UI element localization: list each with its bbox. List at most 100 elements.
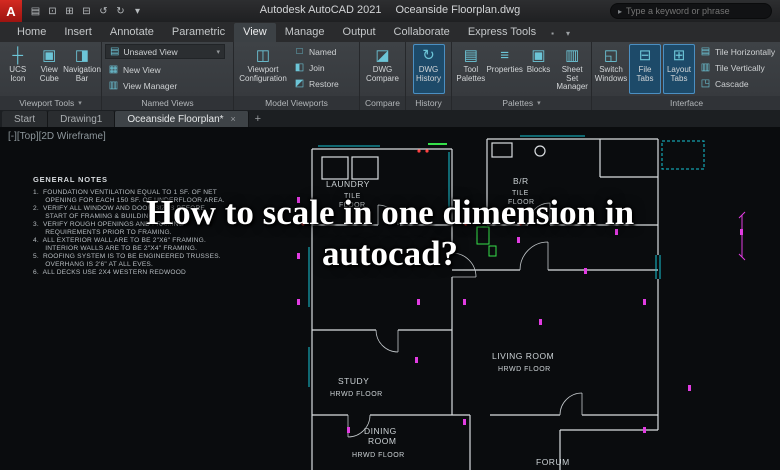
- panel-label-named-views[interactable]: Named Views: [102, 96, 233, 110]
- file-tab-oceanside-floorplan[interactable]: Oceanside Floorplan* ×: [115, 111, 249, 127]
- properties-icon: ≡: [500, 47, 510, 64]
- layout-tabs-icon: ⊞: [672, 47, 686, 64]
- restore-icon: ◩: [294, 78, 305, 89]
- open-icon[interactable]: ⊞: [62, 6, 77, 17]
- dwg-history-button[interactable]: ↻ DWG History: [412, 44, 445, 94]
- tile-horizontally-button[interactable]: ▤ Tile Horizontally: [697, 44, 778, 59]
- named-viewports-icon: □: [296, 46, 303, 57]
- ucs-icon-button[interactable]: ┼ UCS Icon: [3, 44, 33, 94]
- file-tab-start[interactable]: Start: [2, 111, 49, 127]
- button-label: Cube: [39, 73, 59, 83]
- file-tabs-button[interactable]: ⊟ File Tabs: [629, 44, 661, 94]
- note-line: 4. ALL EXTERIOR WALL ARE TO BE 2"X6" FRA…: [33, 237, 207, 244]
- layout-tabs-button[interactable]: ⊞ Layout Tabs: [663, 44, 695, 94]
- room-sublabel: FLOOR: [339, 202, 366, 209]
- file-tab-bar: Start Drawing1 Oceanside Floorplan* × +: [0, 110, 780, 127]
- new-tab-button[interactable]: +: [249, 111, 267, 127]
- switch-windows-button[interactable]: ◱ Switch Windows: [595, 44, 627, 94]
- button-label: Blocks: [526, 65, 551, 74]
- blocks-button[interactable]: ▣ Blocks: [523, 44, 555, 94]
- navigation-bar-icon: ◨: [74, 47, 90, 64]
- viewport-controls[interactable]: [-][Top][2D Wireframe]: [8, 131, 106, 142]
- panel-palettes: ▤ Tool Palettes ≡ Properties ▣ Blocks ▥ …: [452, 42, 592, 110]
- ribbon-minimize-icon[interactable]: ▾: [560, 25, 576, 42]
- cascade-button[interactable]: ◳ Cascade: [697, 76, 778, 91]
- room-label-living-room: LIVING ROOM: [492, 351, 554, 361]
- close-icon[interactable]: ×: [231, 114, 236, 124]
- cascade-icon: ◳: [700, 78, 711, 89]
- button-label: Compare: [366, 73, 399, 83]
- new-view-button[interactable]: ▦ New View: [105, 62, 230, 77]
- room-label-study: STUDY: [338, 376, 369, 386]
- file-tab-drawing1[interactable]: Drawing1: [48, 111, 116, 127]
- panel-label-palettes[interactable]: Palettes ▾: [452, 96, 591, 110]
- drawing-canvas[interactable]: [-][Top][2D Wireframe] GENERAL NOTES 1. …: [0, 127, 780, 470]
- tab-annotate[interactable]: Annotate: [101, 23, 163, 42]
- tile-horizontally-icon: ▤: [700, 46, 711, 57]
- autocad-window: A ▤ ⊡ ⊞ ⊟ ↺ ↻ ▾ Autodesk AutoCAD 2021 Oc…: [0, 0, 780, 470]
- view-cube-button[interactable]: ▣ View Cube: [35, 44, 65, 94]
- properties-button[interactable]: ≡ Properties: [486, 44, 522, 94]
- room-sublabel: FLOOR: [508, 199, 535, 206]
- note-line: 1. FOUNDATION VENTILATION EQUAL TO 1 SF.…: [33, 189, 217, 196]
- view-manager-button[interactable]: ▥ View Manager: [105, 78, 230, 93]
- general-notes: GENERAL NOTES 1. FOUNDATION VENTILATION …: [33, 175, 225, 277]
- sheet-set-manager-button[interactable]: ▥ Sheet Set Manager: [556, 44, 588, 94]
- button-label: History: [416, 73, 441, 83]
- notes-title: GENERAL NOTES: [33, 175, 108, 184]
- tab-express-tools[interactable]: Express Tools: [459, 23, 545, 42]
- join-icon: ◧: [294, 62, 305, 73]
- dwg-compare-button[interactable]: ◪ DWG Compare: [366, 44, 399, 94]
- button-label: Manager: [556, 82, 588, 91]
- tool-palettes-icon: ▤: [463, 47, 478, 64]
- panel-label-history[interactable]: History: [406, 96, 451, 110]
- dimension-line: [738, 211, 746, 261]
- button-label: Tabs: [636, 73, 654, 83]
- navigation-bar-button[interactable]: ◨ Navigation Bar: [63, 44, 101, 94]
- tab-collaborate[interactable]: Collaborate: [385, 23, 459, 42]
- chevron-down-icon: ▾: [537, 100, 541, 107]
- room-label-br: B/R: [513, 176, 529, 186]
- ribbon-options-icon[interactable]: ▪: [545, 25, 560, 42]
- tab-view[interactable]: View: [234, 23, 276, 42]
- join-viewports-button[interactable]: ◧ Join: [291, 60, 342, 75]
- panel-label-interface[interactable]: Interface: [592, 96, 780, 110]
- tool-palettes-button[interactable]: ▤ Tool Palettes: [455, 44, 487, 94]
- tile-vertically-button[interactable]: ▥ Tile Vertically: [697, 60, 778, 75]
- window-lines: [308, 135, 705, 387]
- restore-viewports-button[interactable]: ◩ Restore: [291, 76, 342, 91]
- search-input[interactable]: [626, 6, 764, 16]
- panel-label-compare[interactable]: Compare: [360, 96, 405, 110]
- workspace-icon[interactable]: ▤: [28, 6, 43, 17]
- tab-parametric[interactable]: Parametric: [163, 23, 234, 42]
- viewport-configuration-button[interactable]: ◫ Viewport Configuration: [237, 44, 289, 94]
- panel-label-viewport-tools[interactable]: Viewport Tools ▾: [0, 96, 101, 110]
- ucs-icon: ┼: [12, 47, 24, 64]
- autocad-logo[interactable]: A: [0, 0, 22, 22]
- current-view-value: Unsaved View: [123, 46, 178, 57]
- tab-manage[interactable]: Manage: [276, 23, 334, 42]
- qat-dropdown-icon[interactable]: ▾: [130, 6, 145, 17]
- button-label: Bar: [75, 73, 89, 83]
- quick-access-toolbar: ▤ ⊡ ⊞ ⊟ ↺ ↻ ▾: [22, 6, 151, 17]
- named-viewports-button[interactable]: □ Named: [291, 44, 342, 59]
- room-sublabel: TILE: [344, 193, 361, 200]
- tab-insert[interactable]: Insert: [55, 23, 101, 42]
- file-tabs-icon: ⊟: [638, 47, 652, 64]
- note-line: OPENING FOR EACH 150 SF. OF UNDERFLOOR A…: [33, 197, 225, 204]
- view-dropdown[interactable]: ▤ Unsaved View ▾: [105, 44, 225, 59]
- button-label: Palettes: [456, 73, 486, 83]
- save-icon[interactable]: ⊡: [45, 6, 60, 17]
- help-search-box[interactable]: ▸: [610, 3, 772, 19]
- panel-history: ↻ DWG History History: [406, 42, 452, 110]
- room-sublabel: ROOM: [368, 436, 396, 446]
- plot-icon[interactable]: ⊟: [79, 6, 94, 17]
- panel-label-model-viewports[interactable]: Model Viewports: [234, 96, 359, 110]
- panel-model-viewports: ◫ Viewport Configuration □ Named ◧ Join …: [234, 42, 360, 110]
- tab-output[interactable]: Output: [334, 23, 385, 42]
- undo-icon[interactable]: ↺: [96, 6, 111, 17]
- note-line: OVERHANG IS 2'6" AT ALL EVES.: [33, 261, 154, 268]
- chevron-down-icon: ▾: [216, 48, 220, 56]
- redo-icon[interactable]: ↻: [113, 6, 128, 17]
- tab-home[interactable]: Home: [8, 23, 55, 42]
